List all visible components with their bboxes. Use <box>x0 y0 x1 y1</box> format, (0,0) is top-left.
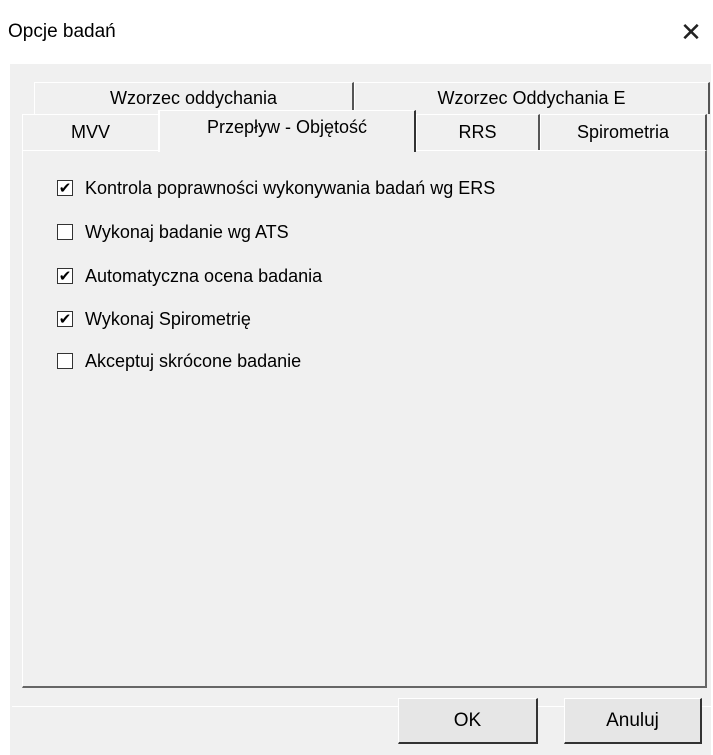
check-icon: ✔ <box>58 179 72 197</box>
checkbox[interactable]: ✔ <box>57 268 73 284</box>
tab-przeplyw-objetosc[interactable]: Przepływ - Objętość <box>158 110 416 152</box>
window-left-edge <box>0 64 10 755</box>
option-label: Akceptuj skrócone badanie <box>85 350 302 371</box>
option-automatyczna-ocena[interactable]: ✔ Automatyczna ocena badania <box>57 263 322 289</box>
checkbox[interactable] <box>57 353 73 369</box>
tab-label: MVV <box>70 122 110 142</box>
option-label: Automatyczna ocena badania <box>85 265 323 286</box>
tab-label: Wzorzec Oddychania E <box>437 88 626 108</box>
ok-button[interactable]: OK <box>398 698 538 744</box>
option-akceptuj-skrocone[interactable]: Akceptuj skrócone badanie <box>57 348 301 374</box>
checkbox[interactable]: ✔ <box>57 311 73 327</box>
check-icon: ✔ <box>58 310 72 328</box>
option-label: Wykonaj Spirometrię <box>85 308 251 329</box>
tab-label: Spirometria <box>576 122 670 142</box>
tab-rrs[interactable]: RRS <box>416 114 540 150</box>
tab-label: Przepływ - Objętość <box>206 117 368 137</box>
option-wykonaj-spirometrie[interactable]: ✔ Wykonaj Spirometrię <box>57 306 251 332</box>
tab-label: Wzorzec oddychania <box>109 88 278 108</box>
check-icon: ✔ <box>58 267 72 285</box>
tab-label: RRS <box>458 122 497 142</box>
close-button[interactable]: ✕ <box>673 14 709 50</box>
checkbox[interactable] <box>57 224 73 240</box>
cancel-button[interactable]: Anuluj <box>564 698 702 744</box>
options-dialog: Opcje badań ✕ Wzorzec oddychania Wzorzec… <box>0 0 713 755</box>
close-icon: ✕ <box>680 17 702 47</box>
option-label: Wykonaj badanie wg ATS <box>85 221 289 242</box>
tab-mvv[interactable]: MVV <box>22 114 160 150</box>
option-badanie-ats[interactable]: Wykonaj badanie wg ATS <box>57 219 289 245</box>
tab-spirometria[interactable]: Spirometria <box>540 114 707 150</box>
window-title: Opcje badań <box>8 21 116 42</box>
checkbox[interactable]: ✔ <box>57 180 73 196</box>
title-bar: Opcje badań ✕ <box>0 0 713 64</box>
option-kontrola-ers[interactable]: ✔ Kontrola poprawności wykonywania badań… <box>57 175 495 201</box>
tab-panel: ✔ Kontrola poprawności wykonywania badań… <box>22 150 707 688</box>
option-label: Kontrola poprawności wykonywania badań w… <box>85 177 496 198</box>
